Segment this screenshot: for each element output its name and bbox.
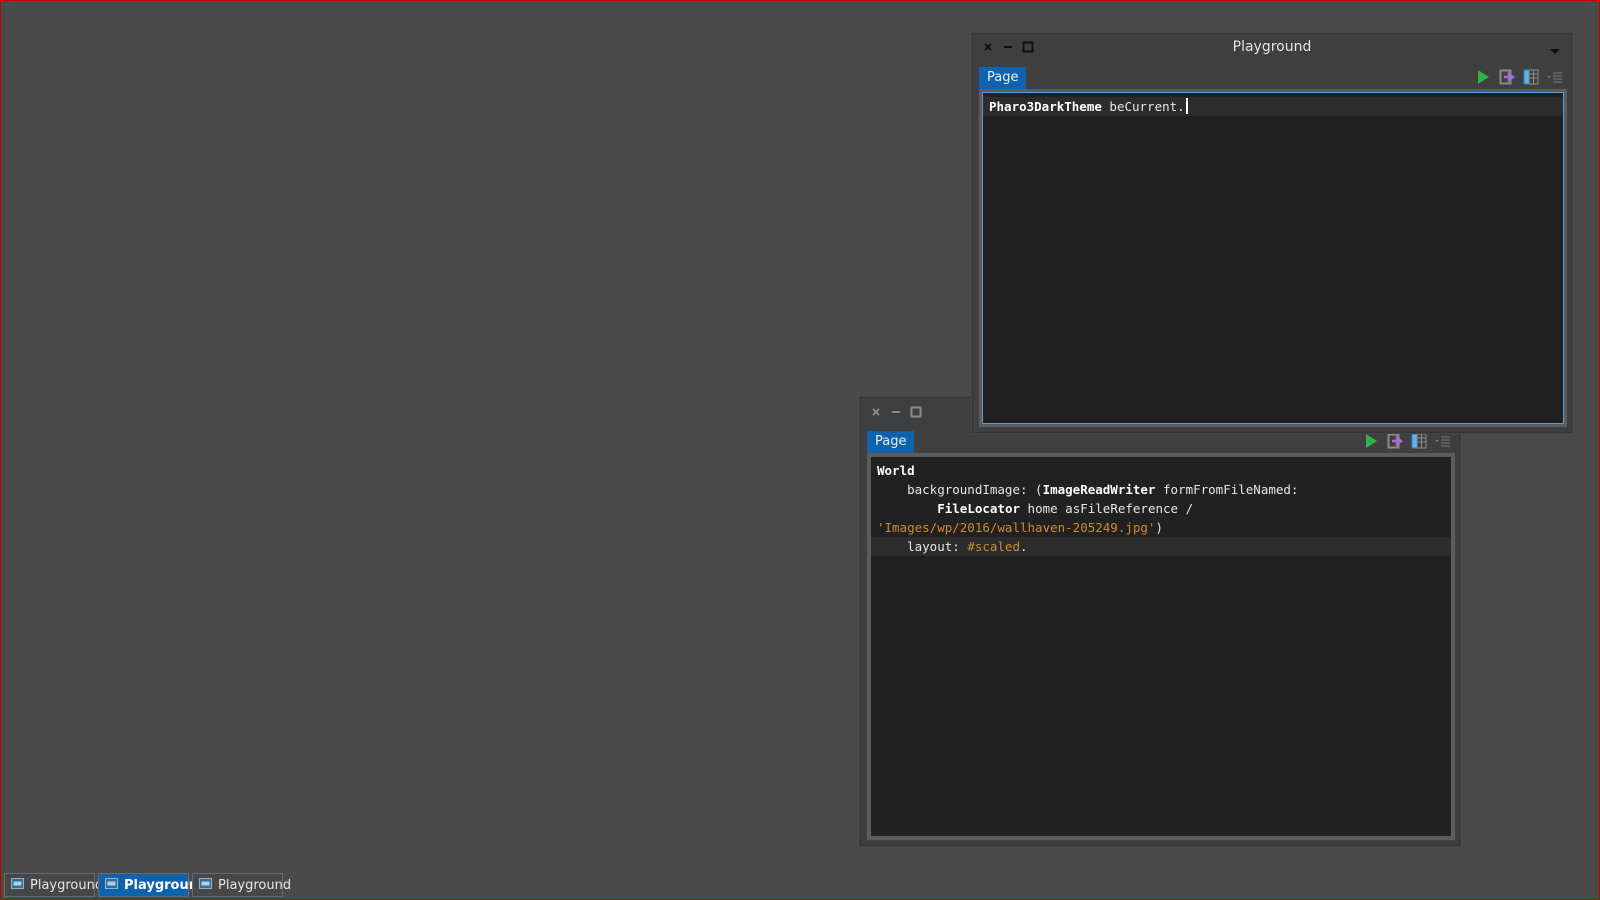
inspect-icon[interactable] [1499, 69, 1515, 85]
minimize-icon[interactable] [889, 405, 903, 419]
taskbar-button-playground-active[interactable]: Playground [98, 873, 207, 897]
code-symbol: #scaled [967, 539, 1020, 554]
code-text: beCurrent. [1101, 99, 1185, 114]
code-line: backgroundImage: (ImageReadWriter formFr… [871, 480, 1451, 499]
code-text: ) [1155, 520, 1163, 535]
taskbar-label: Playground [218, 877, 292, 893]
code-line: layout: #scaled. [871, 537, 1451, 556]
code-class-name: FileLocator [937, 501, 1021, 516]
playground-toolbar [1475, 69, 1563, 85]
playground-window-2[interactable]: Page World backgroundImage: (ImageReadWr… [860, 397, 1460, 846]
window-icon [11, 877, 24, 893]
playground-toolbar [1363, 433, 1451, 449]
code-string: 'Images/wp/2016/wallhaven-205249.jpg' [877, 520, 1156, 535]
code-editor[interactable]: Pharo3DarkTheme beCurrent. [983, 93, 1563, 423]
taskbar-button-playground[interactable]: Playground [4, 873, 103, 897]
code-class-name: World [877, 463, 915, 478]
playground-window-1[interactable]: Playground Page Pharo3DarkTheme beCurren… [972, 33, 1572, 433]
code-text: layout: [877, 539, 968, 554]
window-icon [105, 877, 118, 893]
close-icon[interactable] [869, 405, 883, 419]
code-text: formFromFileNamed: [1155, 482, 1299, 497]
window-controls [869, 405, 923, 419]
taskbar-label: Playground [30, 877, 104, 893]
bindings-icon[interactable] [1411, 433, 1427, 449]
code-line: FileLocator home asFileReference / [871, 499, 1451, 518]
text-caret [1185, 98, 1188, 114]
code-text: . [1020, 539, 1028, 554]
window-title: Playground [1232, 39, 1312, 55]
bindings-icon[interactable] [1523, 69, 1539, 85]
maximize-icon[interactable] [909, 405, 923, 419]
tab-page[interactable]: Page [979, 67, 1027, 89]
code-line: 'Images/wp/2016/wallhaven-205249.jpg') [871, 518, 1451, 537]
code-class-name: ImageReadWriter [1042, 482, 1156, 497]
code-editor[interactable]: World backgroundImage: (ImageReadWriter … [871, 457, 1451, 836]
code-class-name: Pharo3DarkTheme [989, 99, 1102, 114]
window-icon [199, 877, 212, 893]
window-menu-icon[interactable] [1549, 42, 1561, 54]
code-text: home asFileReference / [1020, 501, 1194, 516]
code-line: Pharo3DarkTheme beCurrent. [983, 97, 1563, 116]
taskbar-button-playground[interactable]: Playground [192, 873, 291, 897]
play-icon[interactable] [1475, 69, 1491, 85]
code-text: backgroundImage: ( [877, 482, 1043, 497]
code-line: World [871, 461, 1451, 480]
inspect-icon[interactable] [1387, 433, 1403, 449]
play-icon[interactable] [1363, 433, 1379, 449]
menu-icon[interactable] [1547, 69, 1563, 85]
tab-page[interactable]: Page [867, 431, 915, 453]
menu-icon[interactable] [1435, 433, 1451, 449]
